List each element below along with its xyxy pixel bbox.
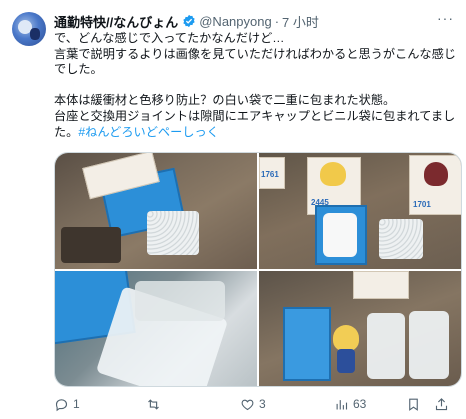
bookmark-icon [409, 398, 418, 411]
share-button[interactable] [434, 396, 449, 412]
avatar[interactable] [12, 12, 46, 46]
handle[interactable]: @Nanpyong [199, 14, 271, 29]
figure-body [337, 348, 355, 373]
timestamp[interactable]: 7 小时 [282, 12, 319, 31]
display-name[interactable]: 通勤特快//なんびょん [54, 12, 178, 31]
reply-count: 1 [73, 397, 80, 411]
view-count: 63 [353, 397, 367, 411]
like-count: 3 [259, 397, 266, 411]
views-button[interactable]: 63 [334, 396, 366, 412]
bubble-wrap [379, 219, 423, 259]
reply-button[interactable]: 1 [54, 396, 80, 412]
hashtag-link[interactable]: #ねんどろいどペーしっく [78, 125, 218, 139]
tweet-text: で、どんな感じで入ってたかなんだけど… 言葉で説明するよりは画像を見ていただけれ… [54, 31, 459, 140]
photo-1[interactable] [55, 153, 257, 269]
share-icon [435, 397, 448, 410]
media-grid: 2445 1701 1761 [54, 152, 462, 387]
table-shadow [61, 227, 121, 263]
tweet-header: 通勤特快//なんびょん @Nanpyong · 7 小时 [54, 12, 319, 30]
photo-2[interactable]: 2445 1701 1761 [259, 153, 461, 269]
heart-icon [241, 399, 254, 410]
white-bag [409, 310, 449, 379]
photo-3[interactable] [55, 270, 257, 386]
blue-box [283, 306, 331, 381]
verified-badge-icon [183, 14, 195, 28]
white-bag [367, 312, 405, 379]
package-number: 1701 [413, 200, 431, 209]
avatar-detail [30, 28, 40, 40]
figure-head [333, 324, 359, 351]
figure-image [424, 162, 448, 186]
like-button[interactable]: 3 [240, 396, 266, 412]
tweet-body: で、どんな感じで入ってたかなんだけど… 言葉で説明するよりは画像を見ていただけれ… [54, 31, 456, 139]
views-icon [336, 399, 348, 409]
figure-image [320, 162, 346, 186]
action-bar: 1 3 63 [54, 396, 460, 412]
bookmark-button[interactable] [406, 396, 421, 412]
bubble-wrap [147, 211, 199, 255]
white-bag [135, 280, 225, 321]
package-box-b: 1701 [409, 155, 461, 215]
package-box [353, 270, 409, 299]
photo-4[interactable] [259, 270, 461, 386]
package-box-c: 1761 [259, 157, 285, 189]
reply-icon [55, 398, 68, 411]
separator: · [274, 13, 280, 29]
package-number: 1761 [261, 170, 279, 179]
retweet-icon [148, 398, 159, 410]
more-icon[interactable]: ··· [437, 10, 454, 26]
retweet-button[interactable] [146, 396, 165, 412]
white-bag [323, 213, 357, 257]
